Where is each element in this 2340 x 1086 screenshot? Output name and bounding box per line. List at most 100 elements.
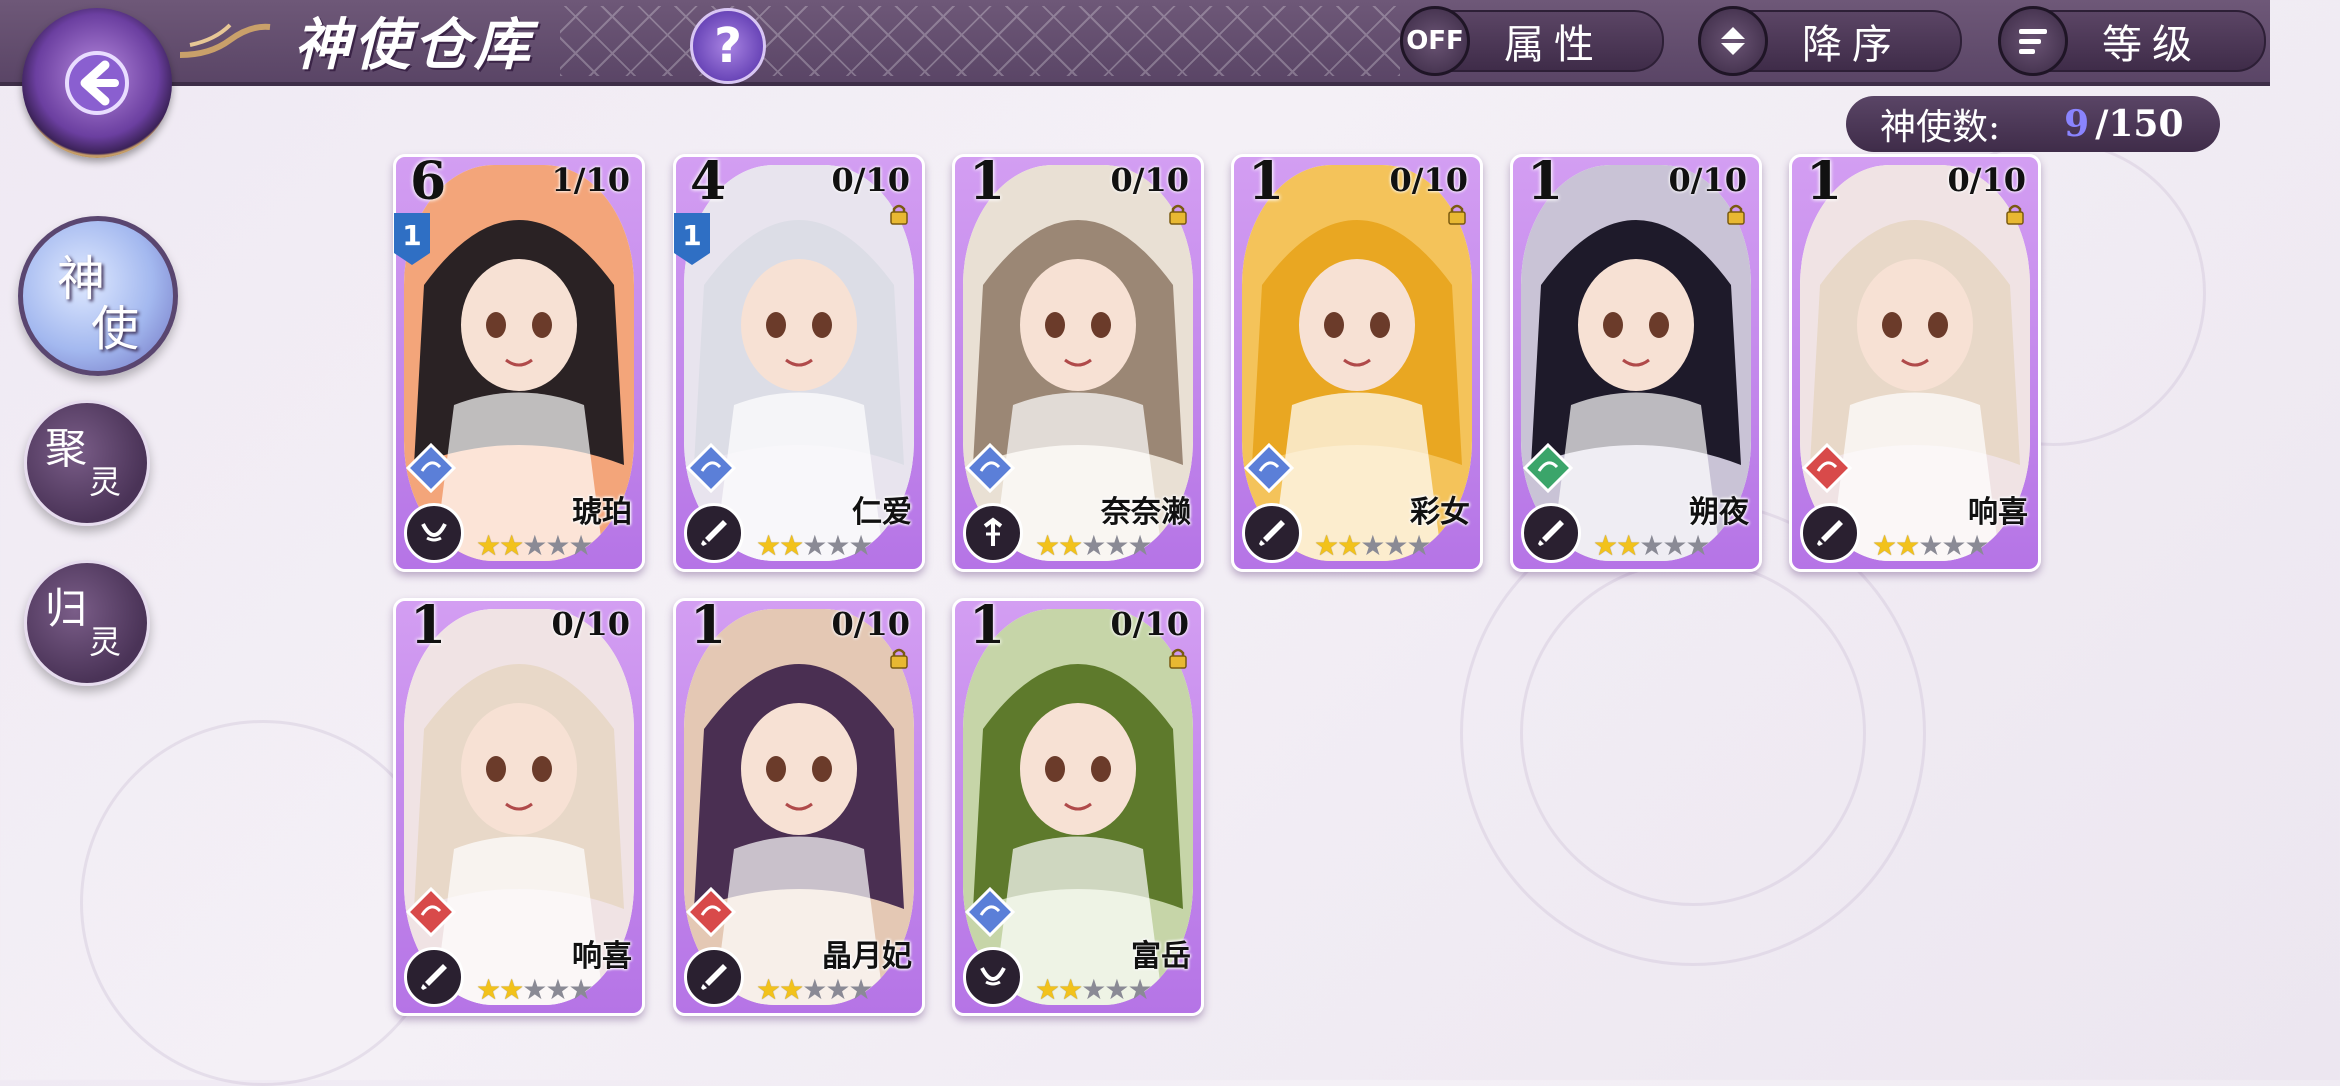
unit-card[interactable]: 1 0/10 响喜 ★★★★★	[393, 595, 645, 1016]
element-icon	[1523, 443, 1573, 493]
rank-badge: 1	[674, 213, 710, 265]
unit-level: 1	[969, 151, 1006, 212]
fragment-count: 0/10	[1947, 161, 2026, 199]
unit-count-value: 9	[2064, 103, 2090, 145]
star-rating: ★★★★★	[476, 529, 594, 562]
lock-icon	[2006, 204, 2024, 225]
fragment-count: 0/10	[1110, 605, 1189, 643]
unit-name: 琥珀	[572, 495, 632, 530]
sort-order-label: 降序	[1802, 22, 1902, 68]
attribute-filter-label: 属性	[1504, 22, 1604, 68]
rank-badge: 1	[394, 213, 430, 265]
fragment-count: 0/10	[1389, 161, 1468, 199]
unit-name: 富岳	[1131, 939, 1191, 974]
star-rating: ★★★★★	[756, 529, 874, 562]
star-icon: ★	[545, 529, 570, 562]
star-icon: ★	[545, 973, 570, 1006]
role-sword-icon	[1521, 503, 1581, 563]
star-icon: ★	[1941, 529, 1966, 562]
star-icon: ★	[1593, 529, 1618, 562]
lock-icon	[890, 648, 908, 669]
sort-order-button[interactable]: 降序	[1698, 6, 1962, 76]
background-ring	[80, 720, 446, 1086]
role-claw-icon	[404, 503, 464, 563]
star-icon: ★	[1104, 973, 1129, 1006]
unit-name: 仁爱	[852, 495, 912, 530]
unit-card[interactable]: 1 0/10 富岳 ★★★★★	[952, 595, 1204, 1016]
side-tab-juling[interactable]: 聚 灵	[24, 400, 150, 526]
star-icon: ★	[522, 973, 547, 1006]
side-tab-guiling[interactable]: 归 灵	[24, 560, 150, 686]
star-icon: ★	[825, 529, 850, 562]
lock-icon	[1169, 204, 1187, 225]
unit-card[interactable]: 1 0/10 朔夜 ★★★★★	[1510, 151, 1762, 572]
star-icon: ★	[848, 529, 873, 562]
unit-level: 1	[1248, 151, 1285, 212]
unit-level: 1	[969, 595, 1006, 656]
fragment-count: 0/10	[1668, 161, 1747, 199]
star-icon: ★	[1685, 529, 1710, 562]
element-icon	[686, 443, 736, 493]
unit-level: 1	[410, 595, 447, 656]
element-icon	[686, 887, 736, 937]
fragment-count: 0/10	[831, 161, 910, 199]
star-rating: ★★★★★	[1872, 529, 1990, 562]
unit-level: 4	[690, 151, 727, 212]
unit-card[interactable]: 6 1/10 1 琥珀 ★★★★★	[393, 151, 645, 572]
star-icon: ★	[1081, 973, 1106, 1006]
star-icon: ★	[476, 973, 501, 1006]
off-toggle-knob: OFF	[1400, 6, 1470, 76]
back-button[interactable]	[22, 8, 172, 158]
unit-card[interactable]: 1 0/10 晶月妃 ★★★★★	[673, 595, 925, 1016]
star-rating: ★★★★★	[1314, 529, 1432, 562]
unit-card[interactable]: 4 0/10 1 仁爱 ★★★★★	[673, 151, 925, 572]
star-icon: ★	[756, 529, 781, 562]
unit-count-label: 神使数:	[1880, 107, 2001, 148]
star-icon: ★	[568, 529, 593, 562]
side-tab-shenshi[interactable]: 神 使	[18, 216, 178, 376]
role-claw-icon	[963, 947, 1023, 1007]
star-icon: ★	[1616, 529, 1641, 562]
attribute-filter-toggle[interactable]: OFF 属性	[1400, 6, 1664, 76]
star-icon: ★	[476, 529, 501, 562]
unit-name: 响喜	[1968, 495, 2028, 530]
help-button[interactable]: ?	[690, 8, 766, 84]
title-swirl-icon	[179, 23, 271, 58]
unit-card[interactable]: 1 0/10 奈奈濑 ★★★★★	[952, 151, 1204, 572]
star-icon: ★	[1127, 529, 1152, 562]
fragment-count: 0/10	[551, 605, 630, 643]
star-icon: ★	[1872, 529, 1897, 562]
unit-count: 神使数: 9 /150	[1846, 96, 2220, 152]
fragment-count: 0/10	[1110, 161, 1189, 199]
side-tab-char1: 聚	[45, 424, 88, 473]
unit-name: 响喜	[572, 939, 632, 974]
element-icon	[1244, 443, 1294, 493]
unit-count-max: /150	[2095, 103, 2184, 145]
star-icon: ★	[779, 529, 804, 562]
role-sword-icon	[684, 947, 744, 1007]
star-icon: ★	[1058, 973, 1083, 1006]
star-icon: ★	[1035, 529, 1060, 562]
star-icon: ★	[1406, 529, 1431, 562]
lock-icon	[1448, 204, 1466, 225]
side-tab-char1: 归	[45, 584, 88, 633]
unit-name: 晶月妃	[822, 939, 912, 974]
unit-card[interactable]: 1 0/10 响喜 ★★★★★	[1789, 151, 2041, 572]
background-ring	[1520, 560, 1866, 906]
star-icon: ★	[499, 529, 524, 562]
star-icon: ★	[1639, 529, 1664, 562]
star-icon: ★	[1104, 529, 1129, 562]
unit-name: 彩女	[1410, 495, 1470, 530]
element-icon	[406, 887, 456, 937]
sort-by-level-button[interactable]: 等级	[1998, 6, 2266, 76]
lock-icon	[1727, 204, 1745, 225]
unit-level: 1	[1806, 151, 1843, 212]
element-icon	[965, 443, 1015, 493]
rank-badge-value: 1	[402, 219, 422, 252]
unit-card[interactable]: 1 0/10 彩女 ★★★★★	[1231, 151, 1483, 572]
page-title: 神使仓库	[294, 11, 534, 78]
star-icon: ★	[1383, 529, 1408, 562]
star-icon: ★	[1964, 529, 1989, 562]
fragment-count: 0/10	[831, 605, 910, 643]
element-icon	[406, 443, 456, 493]
